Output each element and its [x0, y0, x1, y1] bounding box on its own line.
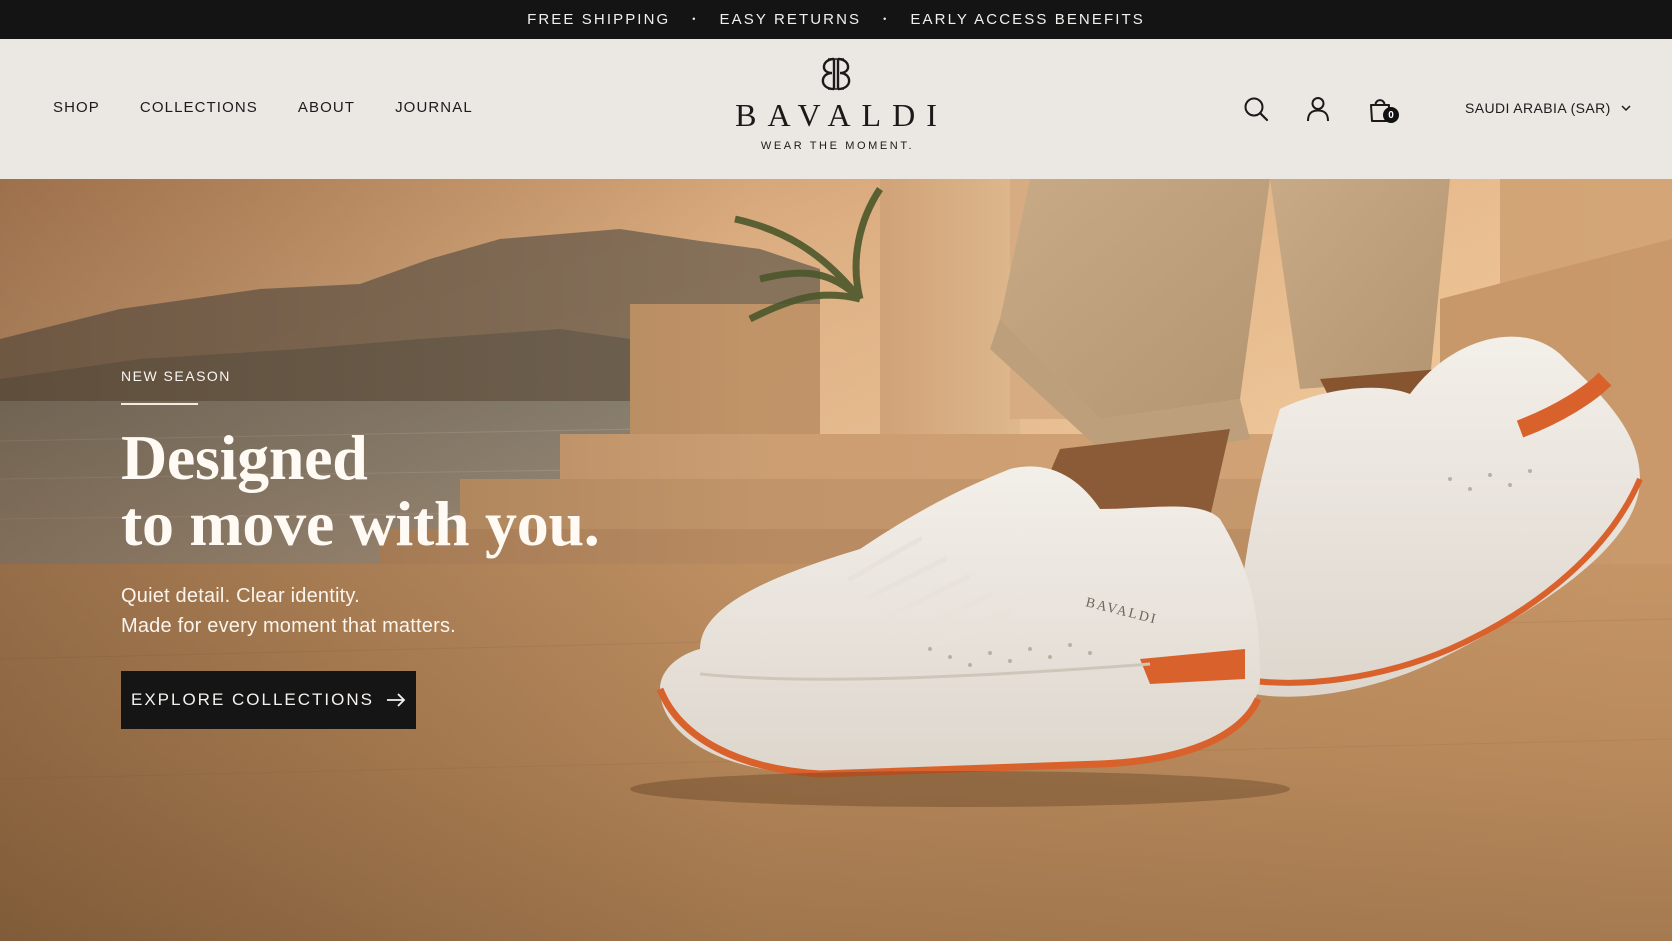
hero-eyebrow: NEW SEASON: [121, 368, 231, 384]
hero-headline-line-1: Designed: [121, 422, 368, 493]
arrow-right-icon: [387, 693, 406, 707]
search-button[interactable]: [1241, 94, 1271, 124]
hero-subtext: Quiet detail. Clear identity. Made for e…: [121, 581, 599, 641]
header-utilities: 0: [1241, 94, 1399, 124]
explore-collections-button[interactable]: EXPLORE COLLECTIONS: [121, 671, 416, 729]
search-icon: [1244, 97, 1269, 122]
announcement-bar: FREE SHIPPING • EASY RETURNS • EARLY ACC…: [0, 0, 1672, 39]
announcement-separator: •: [883, 13, 889, 24]
chevron-down-icon: [1621, 104, 1631, 111]
monogram-logo-icon: [0, 55, 1672, 93]
hero-subtext-line-2: Made for every moment that matters.: [121, 615, 456, 637]
hero-headline: Designed to move with you.: [121, 422, 600, 559]
hero-subtext-line-1: Quiet detail. Clear identity.: [121, 585, 360, 607]
cart-button[interactable]: 0: [1365, 94, 1399, 124]
region-selector[interactable]: SAUDI ARABIA (SAR): [1465, 100, 1631, 116]
account-button[interactable]: [1303, 94, 1333, 124]
eyebrow-divider: [121, 403, 198, 405]
cart-count-badge: 0: [1383, 107, 1399, 123]
brand-name: BAVALDI: [735, 97, 948, 133]
account-icon: [1307, 97, 1329, 122]
announcement-free-shipping: FREE SHIPPING: [527, 11, 671, 28]
brand-tagline: WEAR THE MOMENT.: [760, 140, 915, 152]
region-label: SAUDI ARABIA (SAR): [1465, 100, 1611, 116]
brand-logo[interactable]: BAVALDI WEAR THE MOMENT.: [0, 55, 1672, 152]
hero-banner: BAVALDI NEW SEASON Designed to move with…: [0, 179, 1672, 941]
site-header: SHOP COLLECTIONS ABOUT JOURNAL BAVALDI W…: [0, 39, 1672, 179]
cta-label: EXPLORE COLLECTIONS: [130, 690, 374, 709]
hero-headline-line-2: to move with you.: [121, 488, 600, 559]
announcement-early-access: EARLY ACCESS BENEFITS: [910, 11, 1145, 28]
announcement-easy-returns: EASY RETURNS: [719, 11, 862, 28]
announcement-separator: •: [692, 13, 698, 24]
hero-copy: NEW SEASON Designed to move with you. Qu…: [121, 368, 600, 729]
